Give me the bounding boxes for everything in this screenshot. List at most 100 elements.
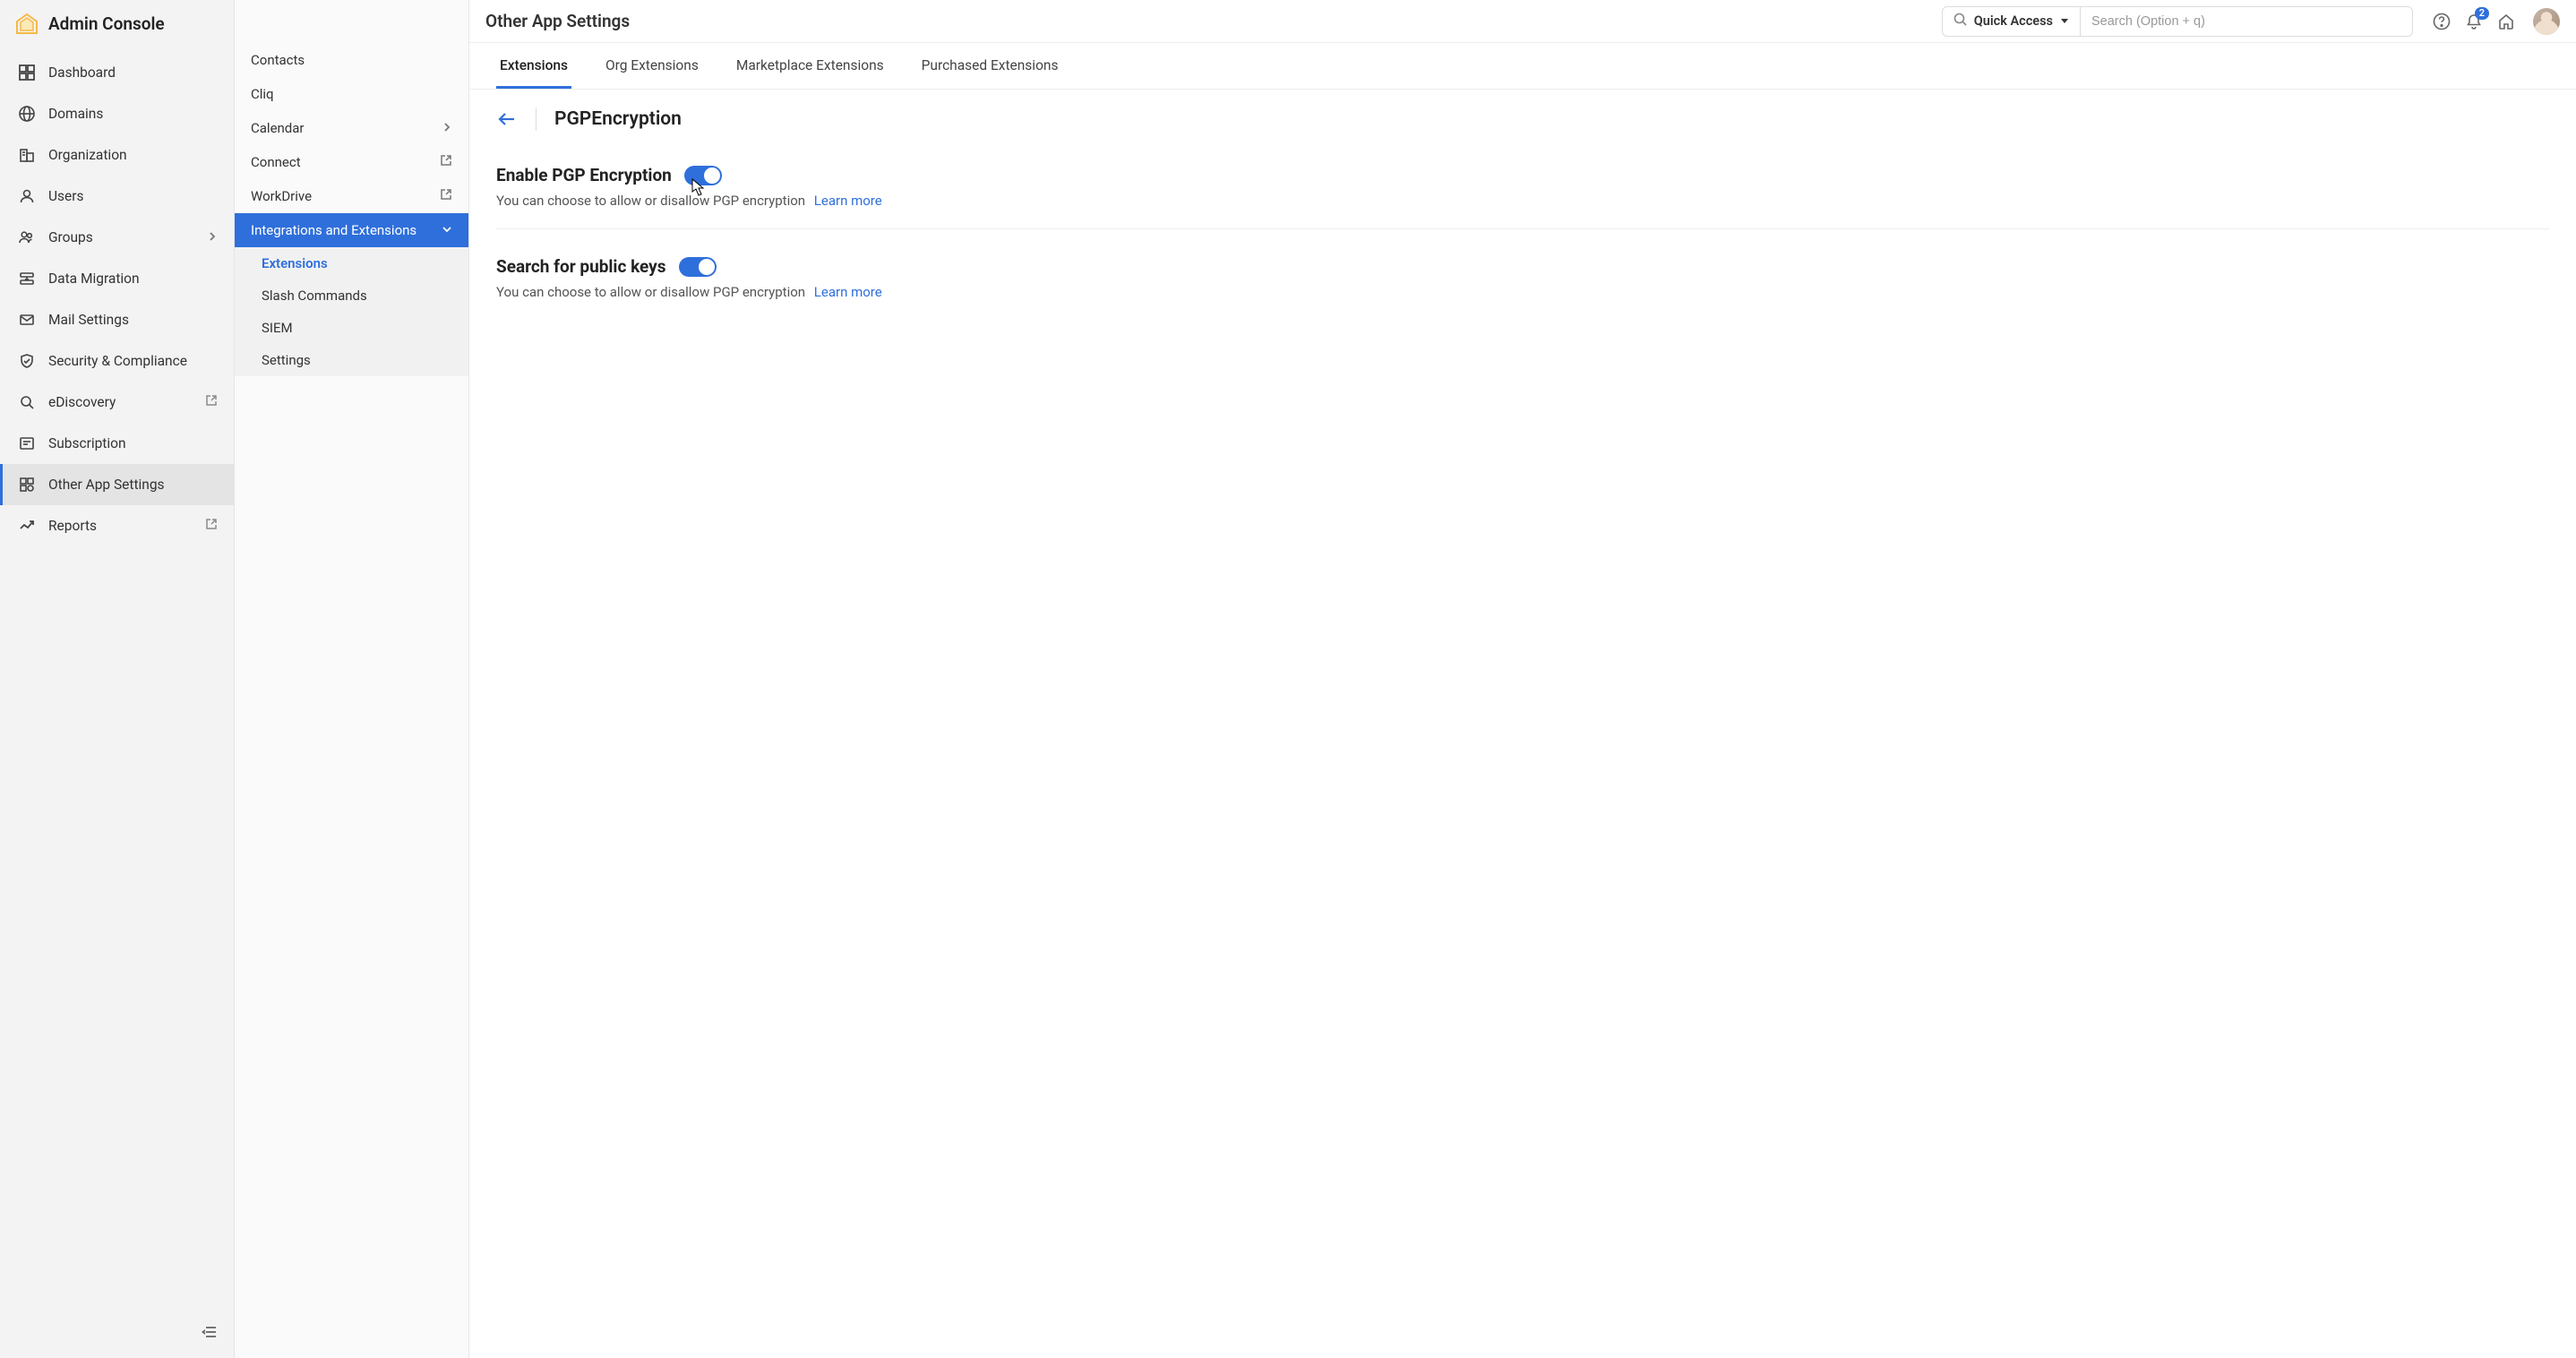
tab-extensions[interactable]: Extensions xyxy=(496,43,571,89)
nav-dashboard[interactable]: Dashboard xyxy=(0,52,234,93)
brand-icon xyxy=(14,11,39,36)
shield-icon xyxy=(18,352,36,370)
tabs: Extensions Org Extensions Marketplace Ex… xyxy=(469,43,2576,90)
nav-groups[interactable]: Groups xyxy=(0,217,234,258)
sec-item-workdrive[interactable]: WorkDrive xyxy=(235,179,468,213)
sec-item-connect[interactable]: Connect xyxy=(235,145,468,179)
nav-label: Organization xyxy=(48,147,218,163)
nav-mail-settings[interactable]: Mail Settings xyxy=(0,299,234,340)
section-enable-pgp: Enable PGP Encryption You can choose to … xyxy=(496,152,2549,229)
nav-label: Reports xyxy=(48,518,193,534)
sec-sub-extensions[interactable]: Extensions xyxy=(235,247,468,279)
toggle-search-public-keys[interactable] xyxy=(679,257,717,277)
nav-reports[interactable]: Reports xyxy=(0,505,234,546)
nav-organization[interactable]: Organization xyxy=(0,134,234,176)
detail-header: PGPEncryption xyxy=(469,90,2576,145)
nav-primary: Dashboard Domains Organization Users Gro… xyxy=(0,47,234,1358)
building-icon xyxy=(18,146,36,164)
sec-sub-siem[interactable]: SIEM xyxy=(235,312,468,344)
external-link-icon xyxy=(440,154,452,170)
app-settings-icon xyxy=(18,476,36,494)
nav-users[interactable]: Users xyxy=(0,176,234,217)
tab-label: Extensions xyxy=(500,57,568,73)
main: Other App Settings Quick Access 2 xyxy=(469,0,2576,1358)
nav-other-app-settings[interactable]: Other App Settings xyxy=(0,464,234,505)
nav-domains[interactable]: Domains xyxy=(0,93,234,134)
sec-item-label: Connect xyxy=(251,154,301,170)
toggle-enable-pgp[interactable] xyxy=(684,166,722,185)
learn-more-link[interactable]: Learn more xyxy=(814,193,882,209)
tab-label: Purchased Extensions xyxy=(922,57,1059,73)
nav-ediscovery[interactable]: eDiscovery xyxy=(0,382,234,423)
nav-label: Dashboard xyxy=(48,64,218,81)
separator xyxy=(536,107,537,131)
sec-item-contacts[interactable]: Contacts xyxy=(235,43,468,77)
tab-org-extensions[interactable]: Org Extensions xyxy=(602,43,702,89)
home-icon[interactable] xyxy=(2497,13,2515,30)
nav-label: Groups xyxy=(48,229,194,245)
content: Enable PGP Encryption You can choose to … xyxy=(469,145,2576,347)
nav-security[interactable]: Security & Compliance xyxy=(0,340,234,382)
tab-label: Marketplace Extensions xyxy=(736,57,884,73)
migration-icon xyxy=(18,270,36,288)
nav-label: Data Migration xyxy=(48,271,218,287)
globe-icon xyxy=(18,105,36,123)
nav-label: Other App Settings xyxy=(48,477,218,493)
learn-more-link[interactable]: Learn more xyxy=(814,284,882,300)
section-desc-text: You can choose to allow or disallow PGP … xyxy=(496,284,805,300)
sec-item-label: Calendar xyxy=(251,120,305,136)
sec-item-label: Contacts xyxy=(251,52,305,68)
subscription-icon xyxy=(18,434,36,452)
brand-title: Admin Console xyxy=(48,13,165,34)
back-button[interactable] xyxy=(496,108,518,130)
tab-purchased-extensions[interactable]: Purchased Extensions xyxy=(918,43,1062,89)
users-icon xyxy=(18,228,36,246)
quick-access-dropdown[interactable]: Quick Access xyxy=(1943,7,2081,36)
sec-sub-label: Settings xyxy=(262,352,311,368)
tab-label: Org Extensions xyxy=(605,57,699,73)
external-link-icon xyxy=(205,394,218,410)
user-avatar[interactable] xyxy=(2533,8,2560,35)
quick-access-label: Quick Access xyxy=(1974,13,2053,29)
sec-sub-slash-commands[interactable]: Slash Commands xyxy=(235,279,468,312)
caret-down-icon xyxy=(2060,13,2069,29)
sec-item-cliq[interactable]: Cliq xyxy=(235,77,468,111)
notifications-icon[interactable]: 2 xyxy=(2465,13,2483,30)
nav-label: Subscription xyxy=(48,435,218,451)
search-wrap: Quick Access xyxy=(1942,6,2413,37)
search-input[interactable] xyxy=(2081,7,2412,36)
nav-label: Users xyxy=(48,188,218,204)
tab-marketplace-extensions[interactable]: Marketplace Extensions xyxy=(733,43,888,89)
brand: Admin Console xyxy=(0,0,234,47)
external-link-icon xyxy=(440,188,452,204)
chevron-down-icon xyxy=(442,222,452,238)
nav-label: Security & Compliance xyxy=(48,353,218,369)
sec-item-label: WorkDrive xyxy=(251,188,312,204)
sec-item-label: Integrations and Extensions xyxy=(251,222,416,238)
nav-subscription[interactable]: Subscription xyxy=(0,423,234,464)
nav-label: Domains xyxy=(48,106,218,122)
help-icon[interactable] xyxy=(2433,13,2451,30)
nav-label: eDiscovery xyxy=(48,394,193,410)
notification-badge: 2 xyxy=(2475,7,2489,20)
chevron-right-icon xyxy=(442,120,452,136)
sidebar-primary: Admin Console Dashboard Domains Organiza… xyxy=(0,0,235,1358)
detail-title: PGPEncryption xyxy=(554,108,682,130)
sec-sub-settings[interactable]: Settings xyxy=(235,344,468,376)
sec-sub-label: Slash Commands xyxy=(262,288,367,304)
chevron-right-icon xyxy=(207,229,218,245)
section-desc-text: You can choose to allow or disallow PGP … xyxy=(496,193,805,209)
section-title: Enable PGP Encryption xyxy=(496,165,672,185)
sec-item-label: Cliq xyxy=(251,86,274,102)
collapse-sidebar-button[interactable] xyxy=(196,1319,223,1349)
nav-data-migration[interactable]: Data Migration xyxy=(0,258,234,299)
sec-item-integrations[interactable]: Integrations and Extensions xyxy=(235,213,468,247)
sec-item-calendar[interactable]: Calendar xyxy=(235,111,468,145)
nav-label: Mail Settings xyxy=(48,312,218,328)
chart-icon xyxy=(18,517,36,535)
sidebar-secondary: Contacts Cliq Calendar Connect WorkDrive… xyxy=(235,0,469,1358)
search-doc-icon xyxy=(18,393,36,411)
mail-icon xyxy=(18,311,36,329)
search-icon xyxy=(1953,13,1967,30)
external-link-icon xyxy=(205,518,218,534)
